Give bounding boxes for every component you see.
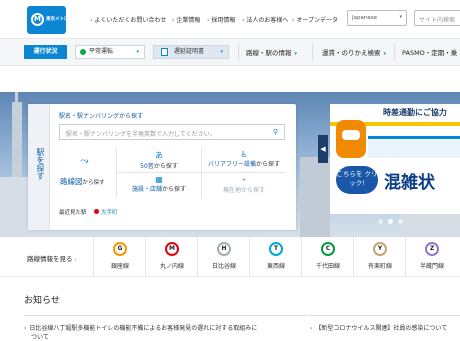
link-open-data[interactable]: › オープンデータ	[292, 15, 338, 24]
nav-divider	[394, 43, 395, 61]
operation-status-button[interactable]: 運行状況	[24, 45, 67, 59]
line-name: 有楽町線	[367, 263, 392, 270]
chevron-down-icon: ▾	[383, 51, 387, 57]
link-faq[interactable]: › よくいただくお問い合わせ	[90, 15, 166, 24]
site-search-input[interactable]: サイト内検索	[414, 10, 460, 26]
building	[300, 157, 330, 237]
carousel-dot[interactable]	[398, 219, 403, 224]
chevron-right-icon: ›	[207, 17, 210, 24]
marunouchi-line-icon: M	[165, 242, 179, 256]
find-station-label: 駅を探す	[36, 148, 45, 180]
line-name: 千代田線	[315, 263, 340, 270]
carousel-dot[interactable]	[378, 219, 383, 224]
nav-divider	[238, 43, 239, 61]
route-map-label: 路線図から探す	[60, 177, 105, 186]
line-name: 銀座線	[110, 263, 129, 270]
recent-stations-label: 最近見た駅	[59, 210, 87, 216]
recent-station-link[interactable]: 大手町	[94, 208, 118, 216]
tokyo-metro-logo[interactable]: M 東京メトロ	[27, 6, 69, 34]
train-illustration-icon	[368, 136, 460, 158]
station-search-title: 駅名・駅ナンバリングから探す	[59, 113, 144, 120]
chevron-right-icon: ›	[172, 17, 175, 24]
wheelchair-icon: ♿	[240, 150, 248, 159]
main-nav	[0, 38, 460, 66]
nav-divider	[312, 43, 313, 61]
search-icon[interactable]: ⚲	[273, 128, 278, 136]
banner-cta-button[interactable]: こちらを クリック!	[336, 166, 378, 194]
line-name: 半蔵門線	[419, 263, 444, 270]
news-item[interactable]: › 日比谷線八丁堀駅多機能トイレの機能不備によるお客様発見の遅れに対する取組みに	[24, 323, 257, 332]
line-tozai[interactable]: T 東西線	[249, 237, 301, 277]
carousel-prev-button[interactable]: ◀	[318, 135, 328, 163]
chevron-left-icon: ◀	[320, 145, 326, 153]
hibiya-line-icon: H	[217, 242, 231, 256]
shop-icon: ▦	[155, 175, 163, 184]
line-hanzomon[interactable]: Z 半蔵門線	[405, 237, 457, 277]
line-name: 丸ノ内線	[159, 263, 184, 270]
document-icon	[161, 48, 168, 56]
route-map-icon: ⤳	[80, 154, 89, 167]
delay-certificate-button[interactable]: 遅延証明書 ▾	[153, 45, 229, 59]
link-recruit[interactable]: › 採用情報	[207, 15, 235, 24]
link-corporate[interactable]: › 企業情報	[172, 15, 200, 24]
line-yurakucho[interactable]: Y 有楽町線	[353, 237, 405, 277]
chevron-right-icon: ›	[90, 17, 93, 24]
banner-headline: 混雑状	[384, 173, 435, 193]
metro-logo-icon: M	[31, 13, 44, 26]
carousel-dot-active[interactable]	[388, 219, 393, 224]
lines-info-label[interactable]: 路線情報を見る ›	[27, 253, 77, 263]
chevron-down-icon: ▾	[136, 49, 139, 55]
yurakucho-line-icon: Y	[373, 242, 387, 256]
search-by-facility[interactable]: ▦ 施設・店舗から探す	[117, 173, 202, 198]
mascot-face-icon	[342, 130, 360, 140]
news-title: お知らせ	[24, 296, 60, 306]
status-ok-icon	[80, 49, 86, 55]
news-item[interactable]: › 【新型コロナウイルス関連】社員の感染について	[310, 323, 447, 332]
line-chiyoda[interactable]: C 千代田線	[301, 237, 353, 277]
line-name: 東西線	[266, 263, 285, 270]
search-by-location[interactable]: ⌖ 現在地から探す	[202, 173, 286, 198]
chevron-down-icon: ▾	[294, 51, 298, 57]
line-color-dot-icon	[94, 209, 99, 214]
search-by-barrier-free[interactable]: ♿ バリアフリー設備から探す	[202, 148, 286, 173]
chevron-down-icon: ▾	[220, 49, 223, 55]
tozai-line-icon: T	[269, 242, 283, 256]
ginza-line-icon: G	[113, 242, 127, 256]
location-pin-icon: ⌖	[241, 175, 247, 184]
banner-title: 時差通勤にご協力	[383, 108, 447, 117]
menu-pasmo[interactable]: PASMO・定期・乗	[402, 47, 457, 57]
chevron-right-icon: ›	[24, 325, 27, 332]
site-header: M 東京メトロ › よくいただくお問い合わせ › 企業情報 › 採用情報 › 法人のお客…	[0, 0, 460, 38]
line-ginza[interactable]: G 銀座線	[93, 237, 145, 277]
language-select[interactable]: Japanese ▾	[347, 10, 407, 26]
chevron-right-icon: ›	[242, 17, 245, 24]
chevron-right-icon: ›	[310, 325, 313, 332]
chevron-right-icon: ›	[292, 17, 295, 24]
logo-text: 東京メトロ	[46, 17, 69, 22]
line-marunouchi[interactable]: M 丸ノ内線	[145, 237, 197, 277]
status-normal-dropdown[interactable]: 平常運転 ▾	[75, 45, 145, 59]
link-business[interactable]: › 法人のお客様へ	[242, 15, 288, 24]
line-name: 日比谷線	[211, 263, 236, 270]
search-by-kana[interactable]: あ 50音から探す	[117, 148, 202, 173]
station-search-input[interactable]: 駅名・駅ナンバリングを半角英数で入力してください。 ⚲	[59, 124, 285, 140]
chiyoda-line-icon: C	[321, 242, 335, 256]
line-hibiya[interactable]: H 日比谷線	[197, 237, 249, 277]
news-divider	[310, 315, 460, 316]
menu-lines-stations[interactable]: 路線・駅の情報 ▾	[246, 47, 297, 57]
news-divider	[24, 315, 308, 316]
chevron-down-icon: ▾	[399, 14, 402, 20]
chevron-right-icon: ›	[74, 257, 77, 263]
kana-icon: あ	[155, 151, 163, 160]
hanzomon-line-icon: Z	[425, 242, 439, 256]
menu-fare-search[interactable]: 運賃・のりかえ検索 ▾	[322, 47, 386, 57]
